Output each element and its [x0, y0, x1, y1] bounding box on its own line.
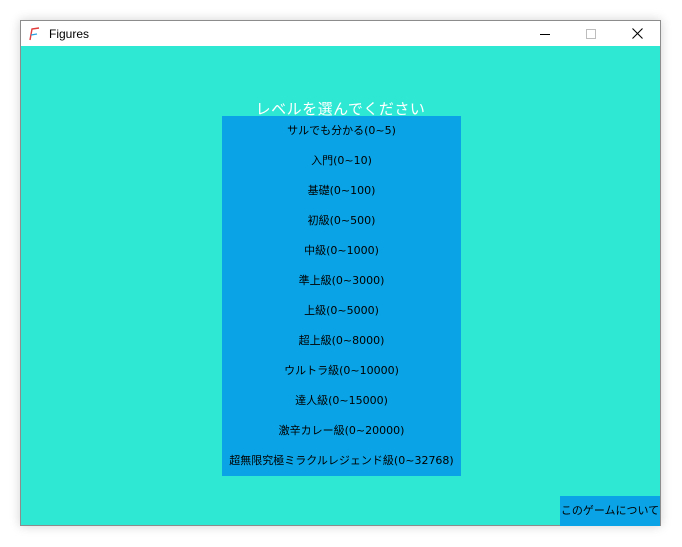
level-button-4[interactable]: 中級(0~1000): [222, 240, 461, 262]
level-button-7[interactable]: 超上級(0~8000): [222, 330, 461, 352]
level-button-10[interactable]: 激辛カレー級(0~20000): [222, 420, 461, 442]
level-button-5[interactable]: 準上級(0~3000): [222, 270, 461, 292]
level-list: サルでも分かる(0~5) 入門(0~10) 基礎(0~100) 初級(0~500…: [222, 116, 461, 476]
level-button-11[interactable]: 超無限究極ミラクルレジェンド級(0~32768): [222, 450, 461, 472]
window-controls: [522, 21, 660, 46]
title-bar[interactable]: Figures: [21, 21, 660, 46]
maximize-button[interactable]: [568, 21, 614, 46]
level-button-9[interactable]: 達人級(0~15000): [222, 390, 461, 412]
level-button-0[interactable]: サルでも分かる(0~5): [222, 120, 461, 142]
close-button[interactable]: [614, 21, 660, 46]
window-title: Figures: [49, 26, 90, 41]
level-button-8[interactable]: ウルトラ級(0~10000): [222, 360, 461, 382]
level-button-2[interactable]: 基礎(0~100): [222, 180, 461, 202]
level-button-3[interactable]: 初級(0~500): [222, 210, 461, 232]
level-button-1[interactable]: 入門(0~10): [222, 150, 461, 172]
minimize-icon: [540, 33, 550, 35]
level-button-6[interactable]: 上級(0~5000): [222, 300, 461, 322]
main-content: レベルを選んでください サルでも分かる(0~5) 入門(0~10) 基礎(0~1…: [21, 46, 660, 526]
minimize-button[interactable]: [522, 21, 568, 46]
figures-app-icon: [29, 26, 40, 40]
maximize-icon: [586, 28, 596, 39]
about-game-button[interactable]: このゲームについて: [560, 496, 660, 526]
close-icon: [631, 28, 643, 39]
app-window: Figures レベルを選んでください サルでも分かる(0~5) 入門(0~10…: [20, 20, 661, 526]
